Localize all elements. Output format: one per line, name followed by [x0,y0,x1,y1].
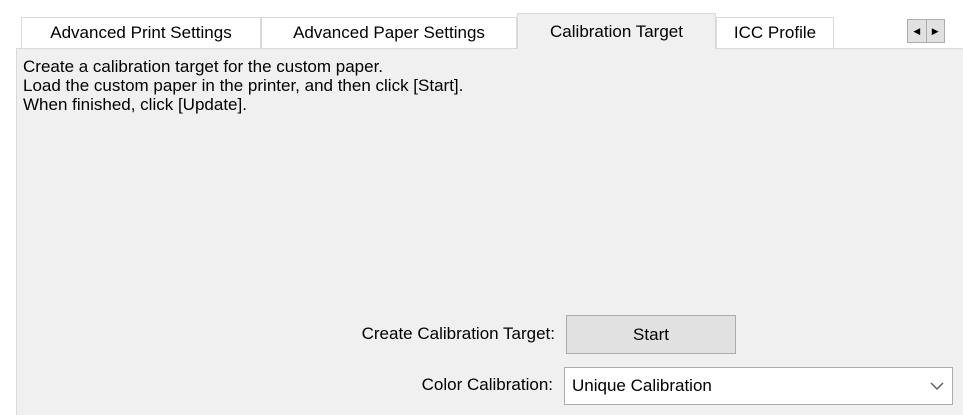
tab-label: Advanced Paper Settings [293,23,485,42]
instruction-line: When finished, click [Update]. [23,95,247,114]
color-calibration-select[interactable]: Unique Calibration [564,367,953,405]
start-button[interactable]: Start [566,315,736,354]
tab-scroll-buttons: ◀ ▶ [907,19,945,43]
instructions-text: Create a calibration target for the cust… [23,57,463,114]
tab-label: ICC Profile [733,23,817,42]
instruction-line: Load the custom paper in the printer, an… [23,76,464,95]
tab-calibration-target[interactable]: Calibration Target [517,13,716,49]
instruction-line: Create a calibration target for the cust… [23,57,384,76]
tab-advanced-paper-settings[interactable]: Advanced Paper Settings [261,17,517,48]
color-calibration-value: Unique Calibration [572,376,712,395]
chevron-down-icon [922,381,952,391]
scroll-right-icon[interactable]: ▶ [925,20,945,42]
start-button-label: Start [633,324,669,344]
tab-icc-profile[interactable]: ICC Profile [716,17,834,48]
create-calibration-target-label: Create Calibration Target: [361,324,555,343]
tab-label: Advanced Print Settings [50,23,232,42]
scroll-left-icon[interactable]: ◀ [908,20,926,42]
tab-label: Calibration Target [550,21,683,41]
tab-advanced-print-settings[interactable]: Advanced Print Settings [21,17,261,48]
color-calibration-label: Color Calibration: [421,375,553,394]
